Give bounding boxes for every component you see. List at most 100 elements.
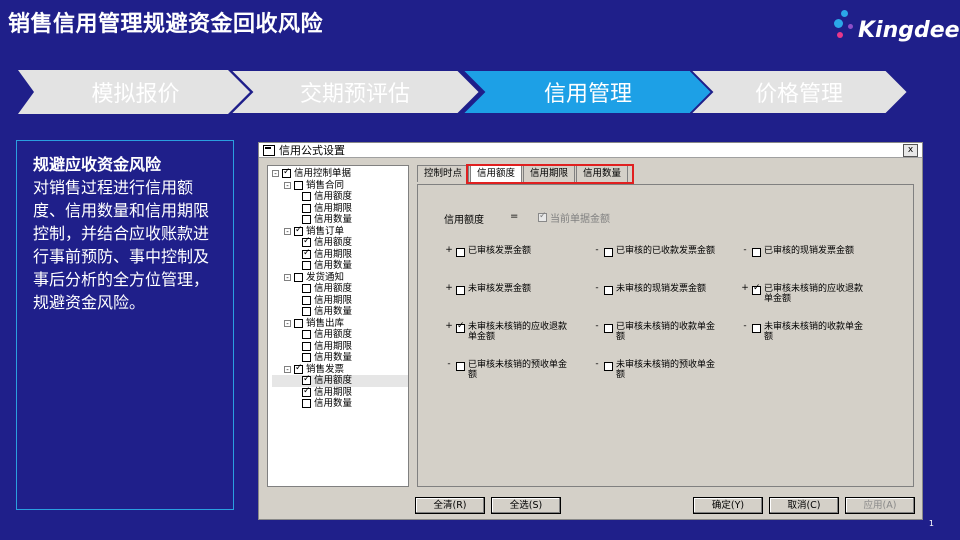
cancel-button[interactable]: 取消(C) <box>769 497 839 514</box>
formula-item[interactable]: - 未审核的现销发票金额 <box>590 283 735 295</box>
tree-node-checkbox[interactable] <box>302 330 311 340</box>
tree-node-checkbox[interactable] <box>302 284 311 294</box>
formula-item-checkbox[interactable] <box>604 286 613 295</box>
tree-node-checkbox[interactable] <box>294 318 303 328</box>
tree-node-checkbox[interactable] <box>282 167 291 179</box>
close-button[interactable]: x <box>903 144 918 157</box>
tree-node-checkbox[interactable] <box>302 203 311 213</box>
tree-node[interactable]: 信用期限 <box>272 295 408 307</box>
formula-item-label: 未审核未核销的预收单金额 <box>616 360 716 380</box>
formula-operator: + <box>445 283 453 293</box>
tree-node-checkbox[interactable] <box>302 307 311 317</box>
tree-node[interactable]: - 信用控制单据 <box>272 167 408 180</box>
current-amount-option: 当前单据金额 <box>538 210 610 225</box>
tree-node-checkbox[interactable] <box>302 192 311 202</box>
formula-item-checkbox[interactable] <box>752 284 761 295</box>
formula-item[interactable]: + 已审核发票金额 <box>442 245 587 257</box>
tab-credit-quantity[interactable]: 信用数量 <box>576 165 629 182</box>
tree-node[interactable]: - 发货通知 <box>272 272 408 284</box>
tree-node[interactable]: 信用期限 <box>272 341 408 353</box>
tree-expand-icon[interactable]: - <box>284 273 291 281</box>
formula-item-label: 已审核未核销的收款单金额 <box>616 322 716 342</box>
tree-node[interactable]: 信用额度 <box>272 329 408 341</box>
tree-node-checkbox[interactable] <box>302 248 311 259</box>
step-credit-management[interactable]: 信用管理 <box>462 70 714 114</box>
tree-node-checkbox[interactable] <box>302 215 311 225</box>
tree-node[interactable]: 信用额度 <box>272 236 408 249</box>
select-all-button[interactable]: 全选(S) <box>491 497 561 514</box>
tree-node[interactable]: 信用期限 <box>272 203 408 215</box>
formula-operator: + <box>445 245 453 255</box>
ok-button[interactable]: 确定(Y) <box>693 497 763 514</box>
formula-item-label: 已审核的现销发票金额 <box>764 246 855 256</box>
formula-item-checkbox[interactable] <box>456 248 465 257</box>
step-price-management[interactable]: 价格管理 <box>690 70 908 114</box>
formula-item-checkbox[interactable] <box>752 324 761 333</box>
tree-node-checkbox[interactable] <box>294 180 303 190</box>
formula-item[interactable]: - 已审核未核销的预收单金额 <box>442 359 587 380</box>
formula-item-checkbox[interactable] <box>604 324 613 333</box>
tree-node[interactable]: - 销售合同 <box>272 180 408 192</box>
tree-node-checkbox[interactable] <box>302 353 311 363</box>
tree-node[interactable]: 信用数量 <box>272 214 408 226</box>
tree-node[interactable]: 信用额度 <box>272 374 408 387</box>
tree-node[interactable]: 信用期限 <box>272 248 408 261</box>
tab-credit-period[interactable]: 信用期限 <box>523 165 576 182</box>
tree-node[interactable]: - 销售发票 <box>272 363 408 376</box>
document-tree[interactable]: -信用控制单据-销售合同信用额度信用期限信用数量-销售订单信用额度信用期限信用数… <box>267 165 409 487</box>
tree-node[interactable]: 信用数量 <box>272 306 408 318</box>
tree-expand-icon[interactable]: - <box>284 319 291 327</box>
logo-text: Kingdee <box>858 18 960 43</box>
tree-node[interactable]: 信用期限 <box>272 386 408 399</box>
tree-node-checkbox[interactable] <box>294 272 303 282</box>
tree-node-checkbox[interactable] <box>294 225 303 236</box>
tab-control-point[interactable]: 控制时点 <box>417 165 470 182</box>
page-number: 1 <box>928 519 934 528</box>
tree-node-checkbox[interactable] <box>302 386 311 397</box>
step-quote[interactable]: 模拟报价 <box>18 70 253 114</box>
tree-node[interactable]: 信用数量 <box>272 398 408 410</box>
formula-item-label: 已审核发票金额 <box>468 246 532 256</box>
formula-item-checkbox[interactable] <box>752 248 761 257</box>
tab-bar: 控制时点 信用额度 信用期限 信用数量 <box>417 165 629 182</box>
tree-expand-icon[interactable]: - <box>284 181 291 189</box>
formula-item-checkbox[interactable] <box>604 362 613 371</box>
tree-node-checkbox[interactable] <box>302 236 311 248</box>
tree-expand-icon[interactable]: - <box>272 170 279 178</box>
formula-item[interactable]: - 已审核未核销的收款单金额 <box>590 321 735 342</box>
formula-item[interactable]: - 未审核未核销的预收单金额 <box>590 359 735 380</box>
current-amount-label: 当前单据金额 <box>550 214 610 225</box>
tree-node-checkbox[interactable] <box>302 374 311 386</box>
current-amount-checkbox <box>538 211 547 222</box>
tree-node[interactable]: 信用数量 <box>272 260 408 272</box>
formula-item[interactable]: + 已审核未核销的应收退款单金额 <box>738 283 883 304</box>
formula-item[interactable]: - 已审核的已收款发票金额 <box>590 245 735 257</box>
formula-item[interactable]: - 已审核的现销发票金额 <box>738 245 883 257</box>
tree-node-checkbox[interactable] <box>302 261 311 271</box>
step-delivery-estimate[interactable]: 交期预评估 <box>230 70 480 114</box>
tree-node-checkbox[interactable] <box>302 341 311 351</box>
formula-item-checkbox[interactable] <box>456 286 465 295</box>
formula-item[interactable]: + 未审核未核销的应收退款单金额 <box>442 321 587 342</box>
tree-expand-icon[interactable]: - <box>284 227 291 235</box>
apply-button[interactable]: 应用(A) <box>845 497 915 514</box>
tree-expand-icon[interactable]: - <box>284 365 291 373</box>
tab-credit-amount[interactable]: 信用额度 <box>470 165 523 182</box>
tree-node-checkbox[interactable] <box>302 399 311 409</box>
formula-item-checkbox[interactable] <box>456 322 465 333</box>
formula-item[interactable]: + 未审核发票金额 <box>442 283 587 295</box>
tree-node-checkbox[interactable] <box>302 295 311 305</box>
tree-node[interactable]: - 销售出库 <box>272 318 408 330</box>
tree-node-checkbox[interactable] <box>294 363 303 374</box>
tree-node[interactable]: 信用额度 <box>272 283 408 295</box>
clear-all-button[interactable]: 全清(R) <box>415 497 485 514</box>
formula-item-checkbox[interactable] <box>604 248 613 257</box>
tree-node[interactable]: 信用额度 <box>272 191 408 203</box>
tree-node[interactable]: 信用数量 <box>272 352 408 364</box>
tree-node-label: 信用期限 <box>314 202 353 214</box>
formula-item-checkbox[interactable] <box>456 362 465 371</box>
tree-node[interactable]: - 销售订单 <box>272 225 408 238</box>
description-panel: 规避应收资金风险 对销售过程进行信用额度、信用数量和信用期限控制，并结合应收账款… <box>16 140 234 510</box>
formula-operator: - <box>743 321 747 331</box>
formula-item[interactable]: - 未审核未核销的收款单金额 <box>738 321 883 342</box>
